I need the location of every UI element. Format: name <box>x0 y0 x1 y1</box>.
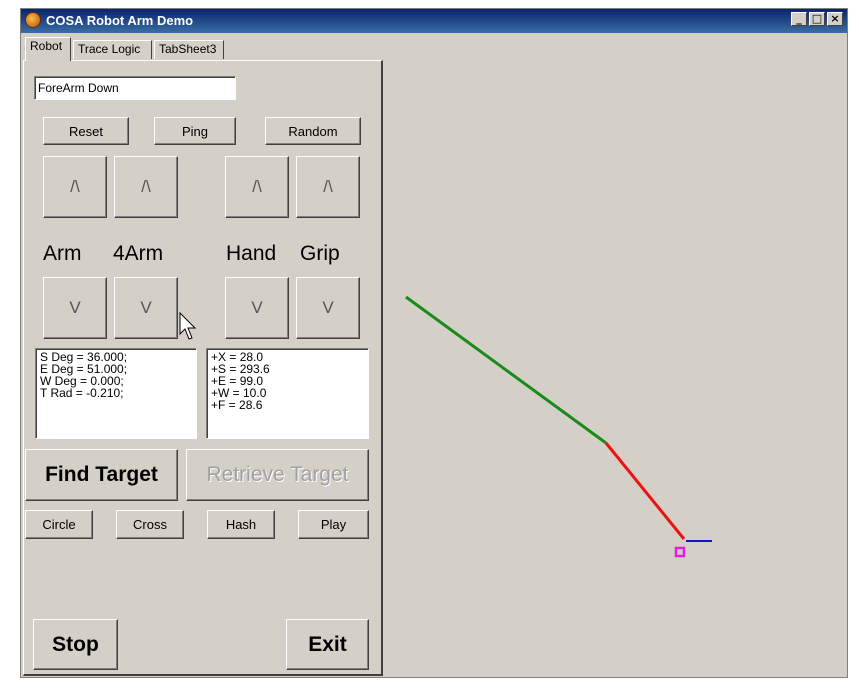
reset-button[interactable]: Reset <box>43 117 129 145</box>
arm-down-button[interactable]: V <box>43 277 107 339</box>
app-icon <box>25 12 41 28</box>
close-button[interactable]: × <box>827 12 843 26</box>
angles-memo[interactable]: S Deg = 36.000; E Deg = 51.000; W Deg = … <box>35 348 197 439</box>
arm-label: Arm <box>43 242 82 265</box>
forearm-segment <box>604 442 686 540</box>
coords-memo[interactable]: +X = 28.0 +S = 293.6 +E = 99.0 +W = 10.0… <box>206 348 369 439</box>
target-marker <box>674 546 686 558</box>
arm-up-button[interactable]: /\ <box>43 156 107 218</box>
retrieve-target-button: Retrieve Target <box>186 449 369 501</box>
forearm-down-button[interactable]: V <box>114 277 178 339</box>
maximize-button[interactable]: □ <box>809 12 825 26</box>
hand-down-button[interactable]: V <box>225 277 289 339</box>
play-button[interactable]: Play <box>298 510 369 539</box>
app-window: COSA Robot Arm Demo _ □ × Robot Trace Lo… <box>20 8 848 678</box>
minimize-button[interactable]: _ <box>791 12 807 26</box>
mouse-pointer-icon <box>179 312 197 340</box>
hand-up-button[interactable]: /\ <box>225 156 289 218</box>
hand-label: Hand <box>226 242 277 265</box>
stop-button[interactable]: Stop <box>33 619 118 670</box>
upper-arm-segment <box>405 295 607 445</box>
window-title: COSA Robot Arm Demo <box>46 13 194 28</box>
forearm-up-button[interactable]: /\ <box>114 156 178 218</box>
forearm-label: 4Arm <box>113 242 164 265</box>
tab-tabsheet3[interactable]: TabSheet3 <box>154 40 224 59</box>
robot-arm-canvas[interactable] <box>386 35 846 675</box>
grip-label: Grip <box>300 242 340 265</box>
find-target-button[interactable]: Find Target <box>25 449 178 501</box>
grip-down-button[interactable]: V <box>296 277 360 339</box>
grip-up-button[interactable]: /\ <box>296 156 360 218</box>
random-button[interactable]: Random <box>265 117 361 145</box>
status-field[interactable]: ForeArm Down <box>34 76 236 100</box>
tab-trace-logic[interactable]: Trace Logic <box>73 40 152 59</box>
title-bar[interactable]: COSA Robot Arm Demo _ □ × <box>21 9 847 33</box>
circle-button[interactable]: Circle <box>25 510 93 539</box>
cross-button[interactable]: Cross <box>116 510 184 539</box>
hash-button[interactable]: Hash <box>207 510 275 539</box>
ping-button[interactable]: Ping <box>154 117 236 145</box>
exit-button[interactable]: Exit <box>286 619 369 670</box>
tab-robot[interactable]: Robot <box>25 37 71 61</box>
